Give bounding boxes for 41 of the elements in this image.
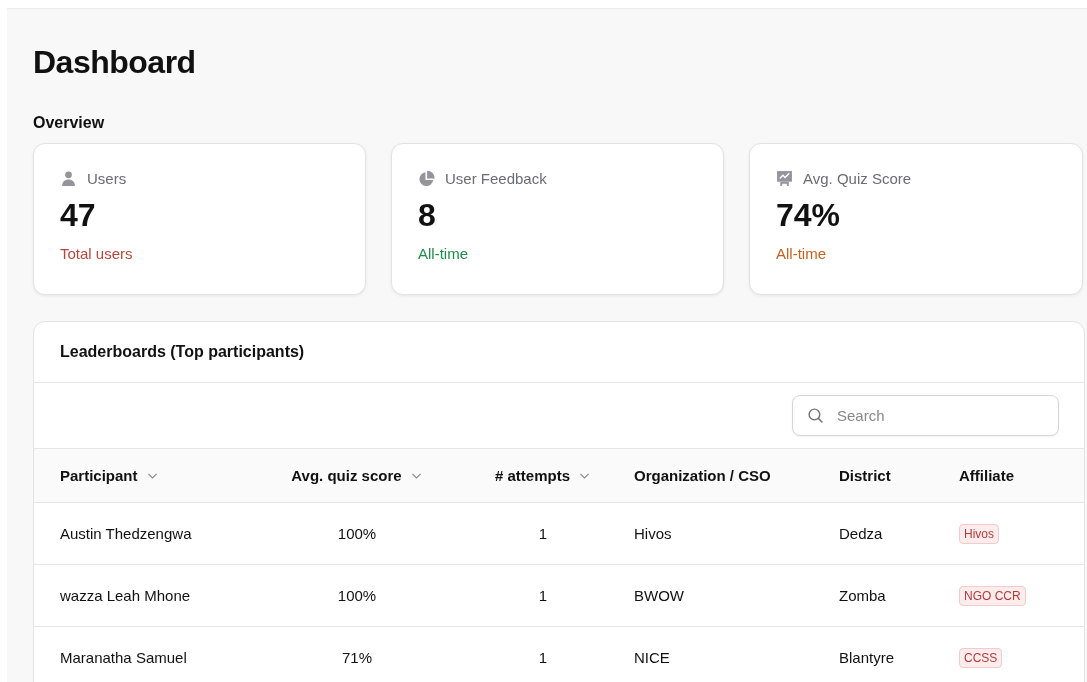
table-cell-text: Austin Thedzengwa: [60, 525, 193, 542]
table-cell-text: Dedza: [839, 525, 884, 542]
stat-label: User Feedback: [445, 170, 547, 187]
stat-value: 74%: [776, 196, 842, 235]
affiliate-tag: NGO CCR: [959, 585, 1026, 606]
search-field[interactable]: Search: [792, 395, 1059, 436]
stat-label: Users: [87, 170, 127, 187]
table-cell-text: 1: [537, 525, 549, 542]
table-cell-text: NICE: [634, 649, 671, 666]
stat-note: Total users: [60, 245, 134, 262]
column-header: Organization / CSO: [634, 467, 772, 484]
table-cell-text: BWOW: [634, 587, 685, 604]
user-icon: [60, 170, 77, 187]
sort-header[interactable]: Avg. quiz score: [262, 467, 452, 484]
table-cell-text: Hivos: [634, 525, 673, 542]
table-cell-text: 100%: [336, 587, 378, 604]
table-cell-text: 100%: [336, 525, 378, 542]
affiliate-tag: Hivos: [959, 523, 999, 544]
table-cell-text: 1: [537, 587, 549, 604]
table-cell-text: 1: [537, 649, 549, 666]
chart-board-icon: [776, 170, 793, 187]
table-cell-text: Maranatha Samuel: [60, 649, 188, 666]
panel-title: Leaderboards (Top participants): [60, 343, 305, 361]
stat-note: All-time: [418, 245, 469, 262]
stat-label: Avg. Quiz Score: [803, 170, 912, 187]
table-cell-text: wazza Leah Mhone: [60, 587, 192, 604]
table-cell-text: Blantyre: [839, 649, 896, 666]
stat-value: 47: [60, 196, 97, 235]
column-header: Affiliate: [959, 467, 1015, 484]
page-title: Dashboard: [33, 43, 197, 80]
search-icon: [807, 407, 824, 424]
section-heading: Overview: [33, 113, 106, 133]
column-header: District: [839, 467, 892, 484]
pie-chart-icon: [418, 170, 435, 187]
table-cell-text: Zomba: [839, 587, 887, 604]
affiliate-tag: CCSS: [959, 647, 1003, 668]
sort-header[interactable]: # attempts: [452, 467, 634, 484]
stat-note: All-time: [776, 245, 827, 262]
stat-value: 8: [418, 196, 437, 235]
sort-header[interactable]: Participant: [60, 467, 262, 484]
table-cell-text: 71%: [341, 649, 373, 666]
